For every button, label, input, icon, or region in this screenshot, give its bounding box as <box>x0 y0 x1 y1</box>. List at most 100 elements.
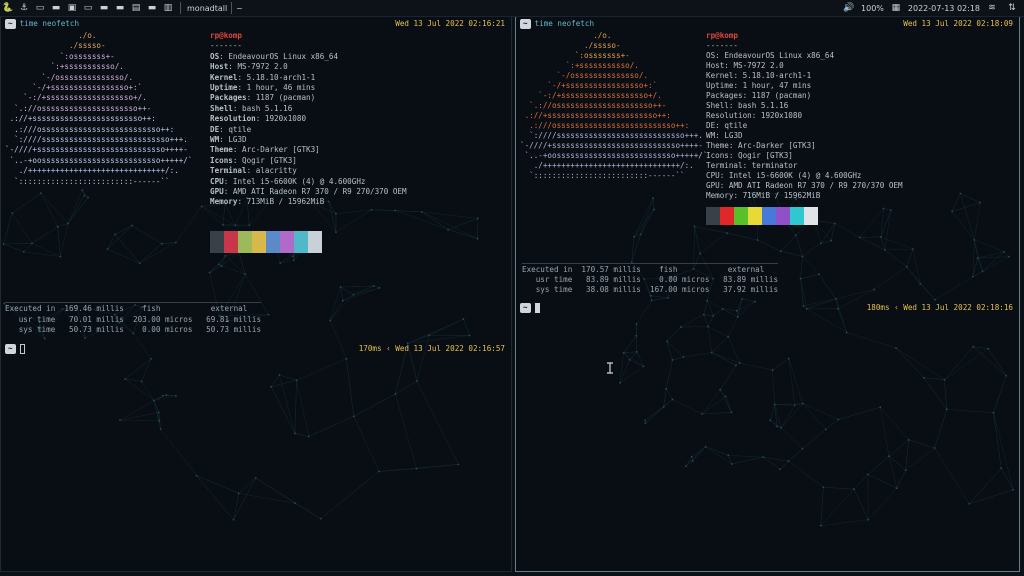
timing-line: ________________________________________… <box>522 255 779 264</box>
info-value: 1 hour, 46 mins <box>246 83 316 92</box>
info-key: WM <box>210 135 220 144</box>
info-line: Memory: 716MiB / 15962MiB <box>706 191 820 201</box>
info-colon: : <box>219 124 229 134</box>
logo-line: `-/ossssssssssssso/. <box>520 71 649 80</box>
info-colon: : <box>237 83 247 92</box>
info-key: OS <box>210 51 220 61</box>
info-key: OS <box>706 51 716 60</box>
logo-line: `:////ssssssssssssssssssssssssssso+++. <box>5 135 188 144</box>
info-line: DE: qtile <box>706 121 747 131</box>
info-line: OS: EndeavourOS Linux x86_64 <box>706 51 834 61</box>
color-swatch <box>266 231 280 253</box>
logo-line: ./++++++++++++++++++++++++++++++/:. <box>520 161 694 170</box>
info-value: terminator <box>751 161 798 170</box>
prompt-line: ~ <box>5 344 25 355</box>
info-key: Memory <box>210 197 238 207</box>
logo-line: `-////+ssssssssssssssssssssssssssso++++- <box>520 141 703 150</box>
image-icon[interactable]: ▤ <box>130 2 142 14</box>
info-value: AMD ATI Radeon R7 370 / R9 270/370 OEM <box>728 181 903 190</box>
logo-line: `:osssssss+- <box>5 51 115 61</box>
logo-line: `-:/+sssssssssssssssssso+/. <box>520 91 662 100</box>
logo-line: `.://osssssssssssssssssssso++- <box>5 103 152 113</box>
prompt-line: ~ time neofetch <box>520 19 595 30</box>
info-key: Kernel <box>706 71 734 80</box>
info-key: Terminal <box>210 166 247 176</box>
wifi-icon[interactable]: ≋ <box>986 2 998 14</box>
info-value: 5.18.10-arch1-1 <box>246 72 316 82</box>
info-colon: : <box>733 191 743 200</box>
info-key: CPU <box>706 171 720 180</box>
logo-line: `-/+sssssssssssssssso+:` <box>520 81 658 90</box>
info-colon: : <box>715 131 725 140</box>
prompt-badge: ~ <box>5 19 16 30</box>
separator: ------- <box>706 41 739 50</box>
color-swatch <box>720 207 734 225</box>
info-value: 1920x1080 <box>760 111 803 120</box>
window-name-separator: ~ <box>236 3 243 13</box>
top-bar: 🐍 ⚓ ▭ ▬ ▣ ▭ ▬ ▬ ▤ ▬ ▥ monadtall ~ 🔊 100% ▦ 2022-07… <box>0 0 1024 17</box>
info-key: Kernel <box>210 72 238 82</box>
info-key: Icons <box>706 151 729 160</box>
color-swatch <box>224 231 238 253</box>
color-swatch <box>734 207 748 225</box>
user-host: rp@komp <box>210 31 243 40</box>
logo-line: `-/+sssssssssssssssso+:` <box>5 83 143 92</box>
info-line: Shell: bash 5.1.16 <box>210 104 292 114</box>
color-swatch <box>748 207 762 225</box>
info-value: Intel i5-6600K (4) @ 4.600GHz <box>232 176 366 186</box>
info-line: Packages: 1187 (pacman) <box>706 91 811 101</box>
info-colon: : <box>246 93 256 103</box>
calendar-icon: ▦ <box>891 3 901 13</box>
info-value: LG3D <box>724 131 743 140</box>
right-prompt: 170ms ‹ Wed 13 Jul 2022 02:16:57 <box>358 344 505 353</box>
monitor-icon[interactable]: ▣ <box>66 2 78 14</box>
logo-line: .:///ossssssssssssssssssssssssso++: <box>5 124 175 134</box>
folder-icon[interactable]: ▬ <box>98 2 110 14</box>
doc-icon[interactable]: ▥ <box>162 2 174 14</box>
divider <box>231 2 233 14</box>
prompt-line: ~ <box>520 303 540 314</box>
logo-line: .://+ssssssssssssssssssssssso++: <box>520 111 671 120</box>
python-icon[interactable]: 🐍 <box>2 2 14 14</box>
anchor-icon[interactable]: ⚓ <box>18 2 30 14</box>
folder-icon[interactable]: ▬ <box>146 2 158 14</box>
info-key: Theme <box>210 145 233 155</box>
prompt-badge: ~ <box>520 303 531 314</box>
terminal-icon[interactable]: ▭ <box>82 2 94 14</box>
info-line: Terminal: alacritty <box>210 166 297 176</box>
logo-line: ./o. <box>520 31 612 40</box>
command-text: time neofetch <box>534 19 595 28</box>
info-value: AMD ATI Radeon R7 370 / R9 270/370 OEM <box>232 187 407 196</box>
info-line: Kernel: 5.18.10-arch1-1 <box>210 73 315 83</box>
timing-line: sys time 50.73 millis 0.00 micros 50.73 … <box>5 325 262 335</box>
info-value: 716MiB / 15962MiB <box>742 191 821 200</box>
info-line: Terminal: terminator <box>706 161 797 171</box>
terminal-window-right[interactable]: ~ time neofetch Wed 13 Jul 2022 02:18:09 .… <box>515 16 1020 572</box>
info-line: Theme: Arc-Darker [GTK3] <box>210 145 320 155</box>
timestamp: Wed 13 Jul 2022 02:18:09 <box>903 19 1013 28</box>
layout-name[interactable]: monadtall <box>187 4 227 13</box>
clock[interactable]: 2022-07-13 02:18 <box>908 4 980 13</box>
volume-icon[interactable]: 🔊 <box>843 2 855 14</box>
info-colon: : <box>715 121 725 130</box>
info-line: Icons: Qogir [GTK3] <box>210 156 297 166</box>
folder-icon[interactable]: ▬ <box>114 2 126 14</box>
volume-level[interactable]: 100% <box>861 4 884 13</box>
info-line: GPU: AMD ATI Radeon R7 370 / R9 270/370 … <box>706 181 903 191</box>
color-swatch <box>706 207 720 225</box>
terminal-window-left[interactable]: ~ time neofetch Wed 13 Jul 2022 02:16:21 .… <box>0 16 512 572</box>
folder-icon[interactable]: ▬ <box>50 2 62 14</box>
terminal-icon[interactable]: ▭ <box>34 2 46 14</box>
info-key: Terminal <box>706 161 743 170</box>
info-colon: : <box>719 171 729 180</box>
network-icon[interactable]: ⇅ <box>1006 2 1018 14</box>
color-swatch <box>210 231 224 253</box>
info-colon: : <box>223 187 233 196</box>
timing-line: ________________________________________… <box>5 294 262 303</box>
prompt-badge: ~ <box>5 344 16 355</box>
info-key: CPU <box>210 176 224 186</box>
info-value: Intel i5-6600K (4) @ 4.600GHz <box>728 171 862 180</box>
info-key: DE <box>706 121 716 130</box>
user-host: rp@komp <box>706 31 739 40</box>
logo-line: `..-+oossssssssssssssssssssssssso+++++/` <box>5 155 193 165</box>
